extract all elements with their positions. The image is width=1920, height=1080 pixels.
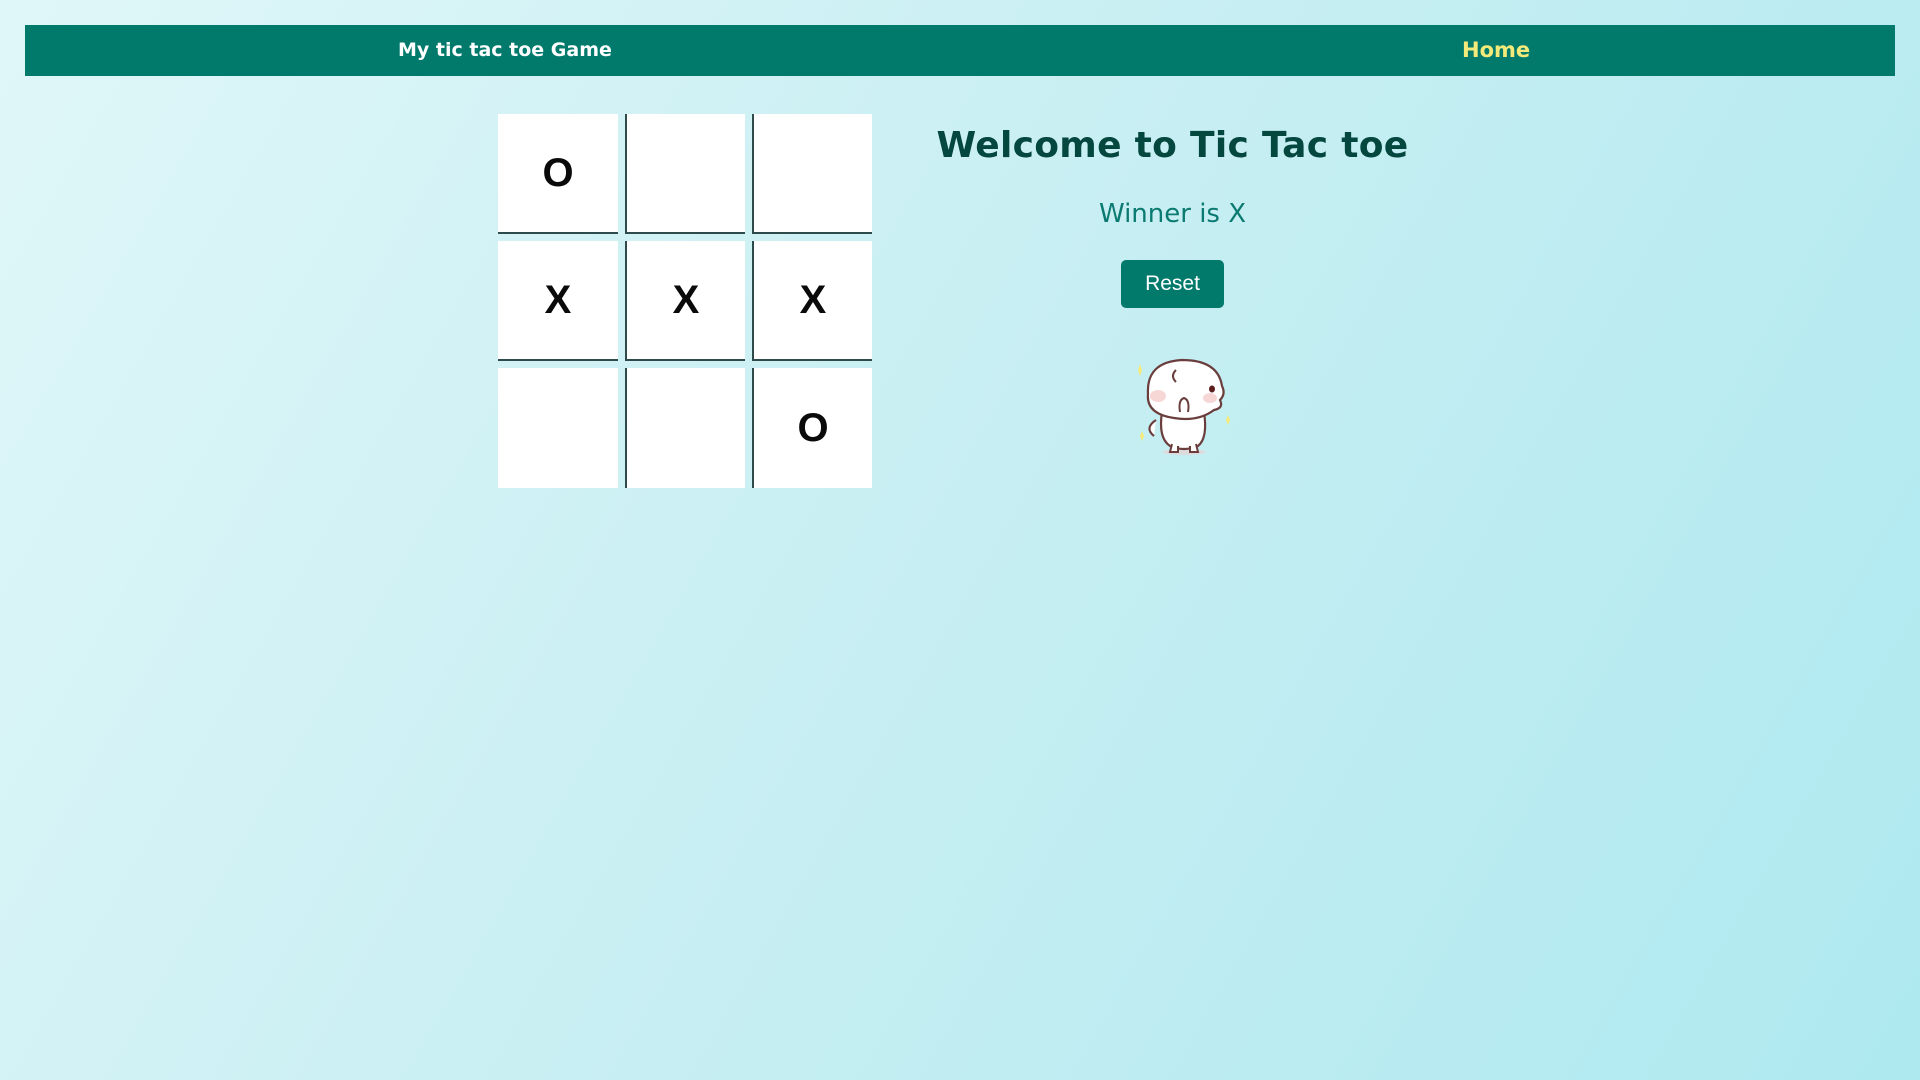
game-panel: Welcome to Tic Tac toe Winner is X Reset — [900, 114, 1445, 308]
board-cell-3[interactable] — [752, 114, 872, 234]
board-cell-9[interactable]: O — [752, 368, 872, 488]
reset-button[interactable]: Reset — [1121, 260, 1224, 308]
board-cell-8[interactable] — [625, 368, 745, 488]
winner-status: Winner is X — [1098, 199, 1247, 229]
dancing-cat-icon — [1128, 350, 1238, 460]
navbar: My tic tac toe Game Home — [25, 25, 1895, 76]
board-cell-6[interactable]: X — [752, 241, 872, 361]
nav-brand: My tic tac toe Game — [398, 39, 612, 61]
page-title: Welcome to Tic Tac toe — [936, 125, 1409, 166]
game-board: O X X X O — [498, 114, 874, 490]
board-cell-2[interactable] — [625, 114, 745, 234]
board-cell-4[interactable]: X — [498, 241, 618, 361]
board-cell-7[interactable] — [498, 368, 618, 488]
nav-home-link[interactable]: Home — [1462, 25, 1530, 76]
board-cell-5[interactable]: X — [625, 241, 745, 361]
board-cell-1[interactable]: O — [498, 114, 618, 234]
